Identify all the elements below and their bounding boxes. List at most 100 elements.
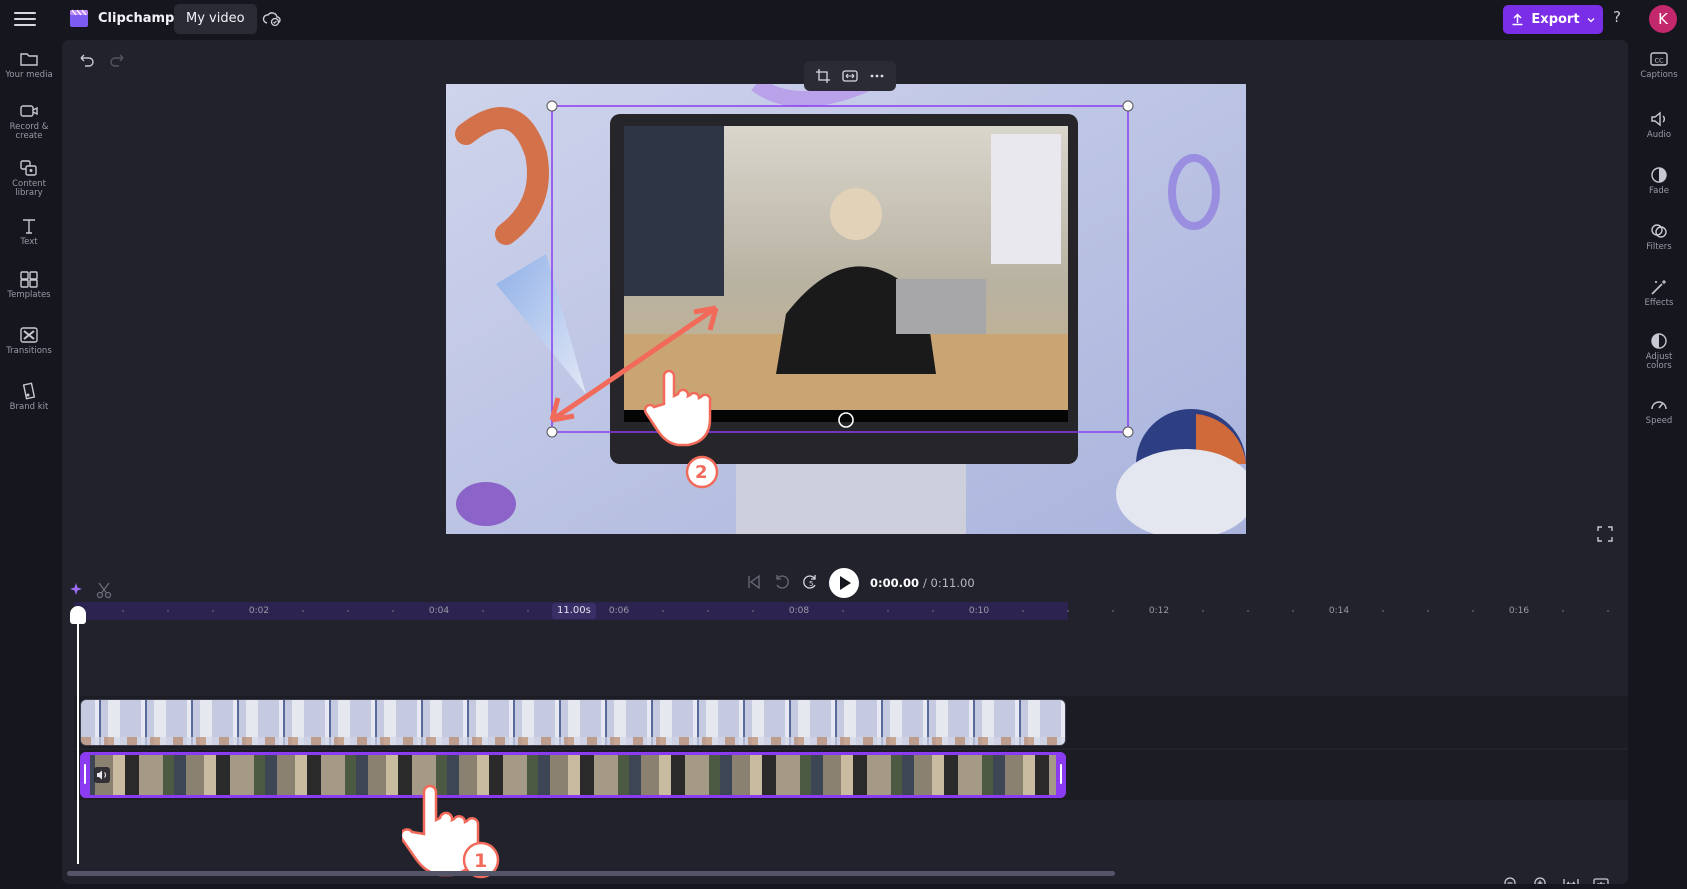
sidebar-item-label: Captions [1640,70,1678,80]
fullscreen-icon[interactable] [1597,526,1613,542]
ruler-dot [302,610,304,612]
ruler-dot [1022,610,1024,612]
ruler-dot [842,610,844,612]
sidebar-item-brand-kit[interactable]: Brand kit [0,382,58,412]
sidebar-item-label: Speed [1645,416,1673,426]
ruler-dot [122,610,124,612]
timeline-ruler[interactable]: 0:02 0:04 0:06 0:08 0:10 0:12 0:14 0:16 … [62,602,1628,620]
captions-icon: CC [1650,52,1668,66]
background-clip[interactable] [80,699,1066,746]
preview-frame [446,84,1246,534]
editor-panel: 2 5 0:00.00 / 0:11.00 0:02 0:04 0:06 0:0… [62,40,1628,884]
ruler-dot [392,610,394,612]
video-preview[interactable]: 2 [446,84,1246,534]
sidebar-item-captions[interactable]: CC Captions [1630,50,1687,80]
library-icon [20,160,37,176]
fit-timeline-icon[interactable] [1563,876,1579,884]
ruler-dot [167,610,169,612]
right-sidebar: CC Captions Audio Fade Filters Effects A… [1630,40,1687,889]
sidebar-item-label: Effects [1644,298,1674,308]
ruler-dot [1112,610,1114,612]
cloud-saved-icon[interactable] [262,9,282,29]
sidebar-item-templates[interactable]: Templates [0,270,58,300]
ruler-tick: 0:10 [968,606,990,616]
undo-icon[interactable] [76,50,96,70]
svg-text:CC: CC [1654,57,1664,65]
export-label: Export [1531,12,1580,27]
top-bar: Clipchamp My video Export ? K [0,0,1687,40]
zoom-controls [1495,868,1627,884]
ruler-dot [707,610,709,612]
ruler-dot [1247,610,1249,612]
export-button[interactable]: Export [1503,5,1603,34]
ruler-dot [1067,610,1069,612]
text-icon [23,219,35,234]
contrast-icon [1651,333,1667,349]
ruler-dot [482,610,484,612]
camera-icon [20,105,38,117]
sidebar-item-record-create[interactable]: Record & create [0,102,58,141]
crop-icon[interactable] [813,66,833,86]
sidebar-item-label: Audio [1646,130,1672,140]
video-clip[interactable] [80,752,1066,798]
sidebar-item-speed[interactable]: Speed [1630,396,1687,426]
ruler-dot [1292,610,1294,612]
rewind-5-icon[interactable] [772,572,792,592]
ruler-tick: 0:12 [1148,606,1170,616]
hamburger-menu-icon[interactable] [14,8,36,30]
ruler-dot [932,610,934,612]
timeline-view-icon[interactable] [1593,876,1609,884]
play-button[interactable] [829,568,859,598]
timeline-scrollbar[interactable] [67,871,1115,876]
clip-trim-handle-left[interactable] [80,752,90,798]
ruler-dot [212,610,214,612]
sidebar-item-transitions[interactable]: Transitions [0,326,58,356]
avatar[interactable]: K [1649,5,1677,33]
sidebar-item-fade[interactable]: Fade [1630,166,1687,196]
brand-kit-icon [22,382,36,400]
preview-toolbar [804,61,896,91]
fit-icon[interactable] [840,66,860,86]
help-icon[interactable]: ? [1613,8,1621,26]
redo-icon[interactable] [108,50,128,70]
sidebar-item-audio[interactable]: Audio [1630,110,1687,140]
sidebar-item-effects[interactable]: Effects [1630,278,1687,308]
upload-icon [1512,13,1523,26]
clip-duration-badge: 11.00s [552,603,596,619]
speaker-icon [1651,111,1665,127]
zoom-out-icon[interactable] [1503,876,1519,884]
ruler-dot [1427,610,1429,612]
sidebar-item-label: Transitions [6,346,52,356]
zoom-in-icon[interactable] [1533,876,1549,884]
video-name-field[interactable]: My video [174,4,257,34]
sidebar-item-your-media[interactable]: Your media [0,50,58,80]
ruler-tick: 0:14 [1328,606,1350,616]
playhead-handle[interactable] [70,606,86,624]
forward-5-icon[interactable]: 5 [800,572,820,592]
speedometer-icon [1651,401,1667,410]
sidebar-item-text[interactable]: Text [0,217,58,247]
fade-icon [1651,167,1667,183]
sidebar-item-label: Fade [1649,186,1669,196]
sidebar-item-adjust-colors[interactable]: Adjust colors [1630,332,1687,371]
ruler-tick: 0:02 [248,606,270,616]
current-time: 0:00.00 [870,576,919,590]
chevron-down-icon [1587,17,1595,22]
ruler-dot [527,610,529,612]
more-options-icon[interactable] [867,66,887,86]
sidebar-item-filters[interactable]: Filters [1630,222,1687,252]
time-display: 0:00.00 / 0:11.00 [870,576,975,590]
ruler-tick: 0:04 [428,606,450,616]
skip-to-start-icon[interactable] [744,572,764,592]
filters-icon [1651,224,1667,238]
total-time: / 0:11.00 [923,576,975,590]
volume-icon[interactable] [94,767,110,783]
sidebar-item-label: Your media [5,70,53,80]
clip-trim-handle-right[interactable] [1056,752,1066,798]
ruler-dot [1562,610,1564,612]
transitions-icon [20,327,38,343]
sidebar-item-label: Text [20,237,38,247]
magic-wand-icon [1651,280,1666,295]
sidebar-item-content-library[interactable]: Content library [0,159,58,198]
folder-icon [20,53,38,66]
